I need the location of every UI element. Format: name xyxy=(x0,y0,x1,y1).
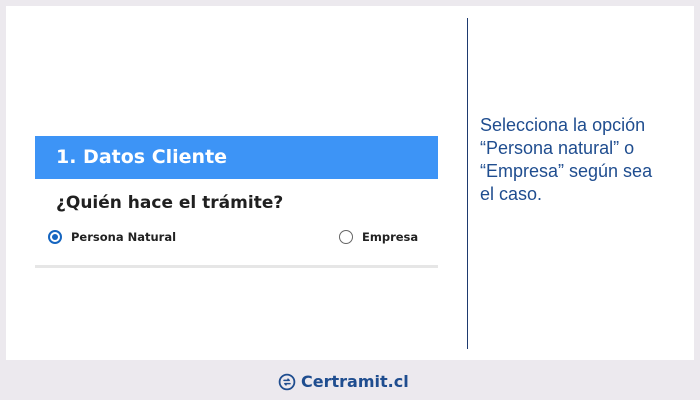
empresa-label: Empresa xyxy=(362,230,419,244)
brand-name: Certramit.cl xyxy=(301,372,409,391)
who-does-procedure-question: ¿Quién hace el trámite? xyxy=(56,193,284,213)
form-header: 1. Datos Cliente xyxy=(35,136,438,179)
form-bottom-divider xyxy=(35,265,438,268)
instruction-text: Selecciona la opción “Persona natural” o… xyxy=(480,114,680,206)
certramit-logo-icon xyxy=(278,373,296,391)
instruction-line-1: Selecciona la opción xyxy=(480,115,646,135)
persona-natural-radio[interactable] xyxy=(48,230,62,244)
form-title: 1. Datos Cliente xyxy=(56,146,228,168)
vertical-separator xyxy=(467,18,468,349)
persona-natural-option[interactable]: Persona Natural xyxy=(48,227,176,247)
instruction-line-2: “Persona natural” o xyxy=(480,138,635,158)
instruction-line-3: “Empresa” según sea xyxy=(480,161,653,181)
content-card: 1. Datos Cliente ¿Quién hace el trámite?… xyxy=(6,6,694,360)
empresa-option[interactable]: Empresa xyxy=(339,227,418,247)
persona-natural-label: Persona Natural xyxy=(71,230,177,244)
footer-brand-link[interactable]: Certramit.cl xyxy=(278,370,409,394)
instruction-line-4: el caso. xyxy=(480,184,543,204)
client-data-form: 1. Datos Cliente ¿Quién hace el trámite?… xyxy=(35,136,438,268)
empresa-radio[interactable] xyxy=(339,230,353,244)
